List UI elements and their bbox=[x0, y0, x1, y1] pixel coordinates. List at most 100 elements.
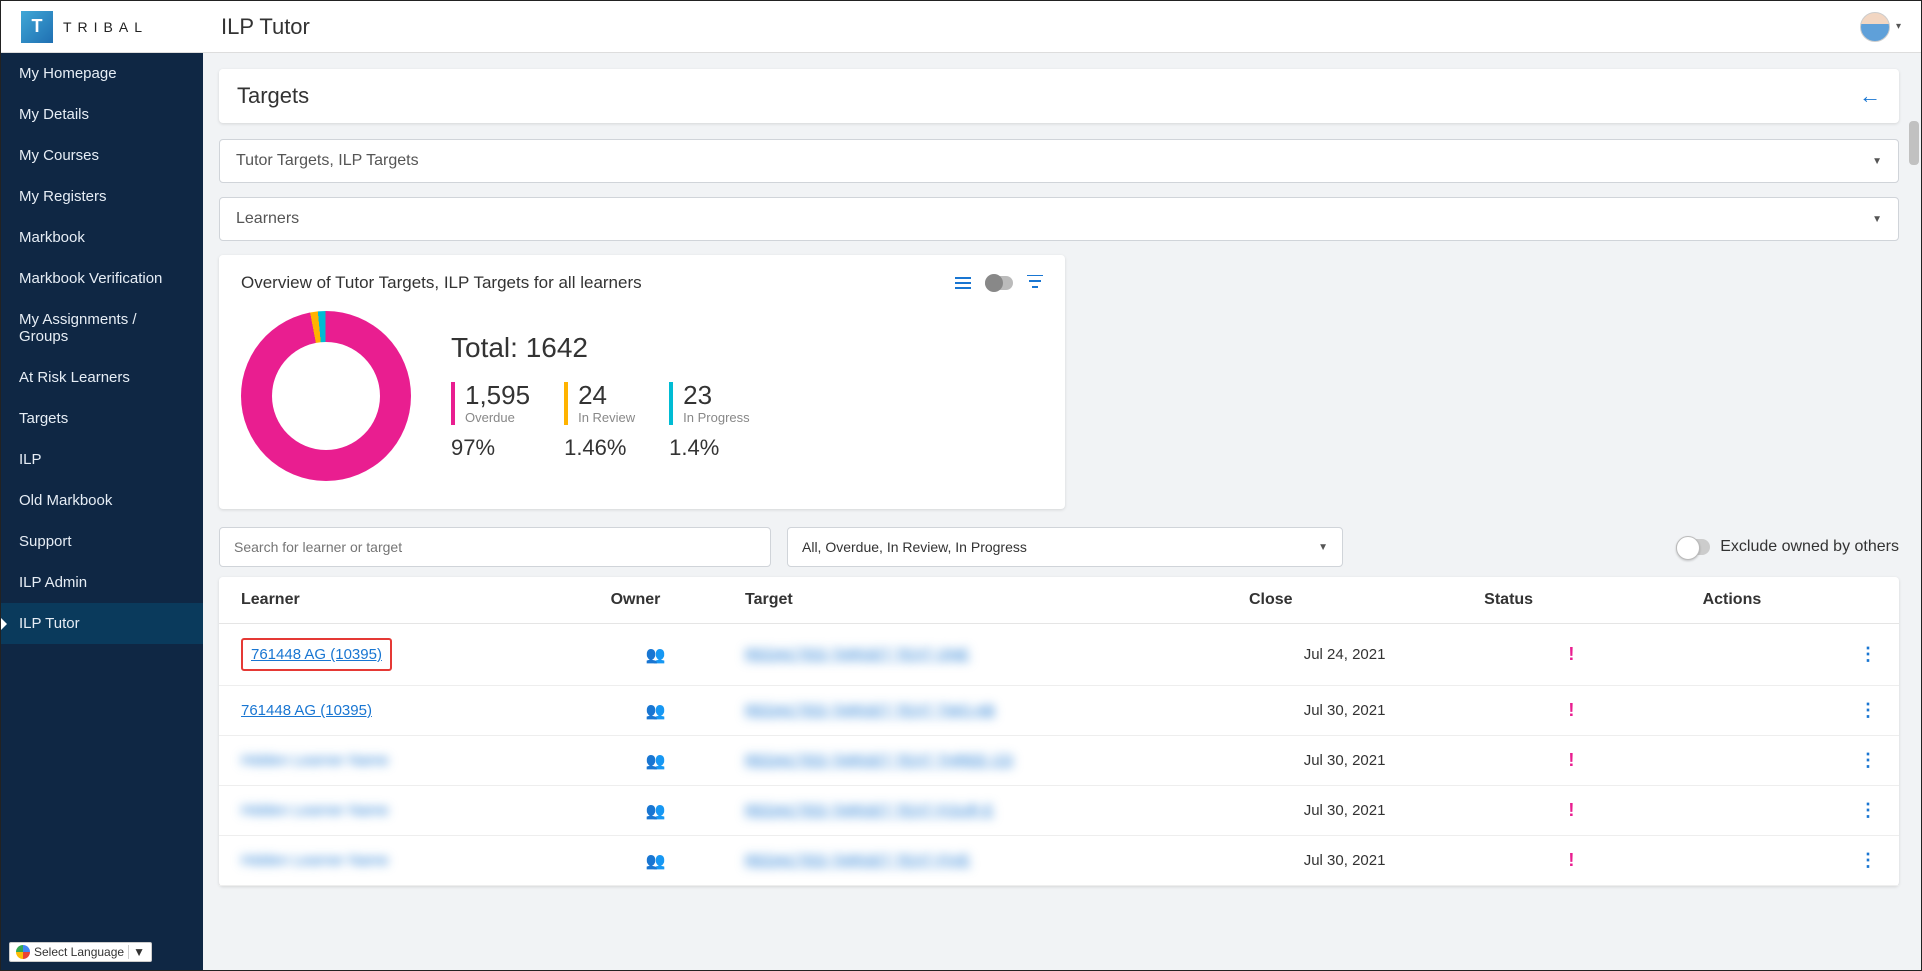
learner-link[interactable]: 761448 AG (10395) bbox=[251, 646, 382, 663]
sidebar-item-targets[interactable]: Targets bbox=[1, 398, 203, 439]
sidebar-item-my-assignments-groups[interactable]: My Assignments / Groups bbox=[1, 299, 203, 357]
page-header: Targets ← bbox=[219, 69, 1899, 123]
more-actions-icon[interactable]: ⋮ bbox=[1859, 700, 1877, 720]
sidebar-item-ilp-admin[interactable]: ILP Admin bbox=[1, 562, 203, 603]
overview-title: Overview of Tutor Targets, ILP Targets f… bbox=[241, 273, 642, 293]
table-row: 761448 AG (10395) 👥 REDACTED TARGET TEXT… bbox=[219, 624, 1899, 686]
more-actions-icon[interactable]: ⋮ bbox=[1859, 800, 1877, 820]
close-date: Jul 24, 2021 bbox=[1227, 624, 1462, 686]
table-header-row: Learner Owner Target Close Status Action… bbox=[219, 577, 1899, 624]
target-text[interactable]: REDACTED TARGET TEXT THREE CD bbox=[745, 752, 1013, 769]
table-row: Hidden Learner Name 👥 REDACTED TARGET TE… bbox=[219, 836, 1899, 886]
target-text[interactable]: REDACTED TARGET TEXT FOUR E bbox=[745, 802, 994, 819]
col-status[interactable]: Status bbox=[1462, 577, 1680, 624]
stat-in-progress: 23 In Progress bbox=[669, 382, 749, 425]
table-row: Hidden Learner Name 👥 REDACTED TARGET TE… bbox=[219, 736, 1899, 786]
group-icon: 👥 bbox=[646, 853, 666, 870]
language-selector[interactable]: Select Language ▼ bbox=[9, 942, 152, 962]
alert-icon: ! bbox=[1568, 850, 1574, 870]
page-title: Targets bbox=[237, 83, 309, 109]
table-row: 761448 AG (10395) 👥 REDACTED TARGET TEXT… bbox=[219, 686, 1899, 736]
learners-dropdown[interactable]: Learners ▼ bbox=[219, 197, 1899, 241]
close-date: Jul 30, 2021 bbox=[1227, 786, 1462, 836]
status-filter-value: All, Overdue, In Review, In Progress bbox=[802, 539, 1027, 555]
close-date: Jul 30, 2021 bbox=[1227, 836, 1462, 886]
sidebar-item-old-markbook[interactable]: Old Markbook bbox=[1, 480, 203, 521]
more-actions-icon[interactable]: ⋮ bbox=[1859, 644, 1877, 664]
sidebar-item-my-homepage[interactable]: My Homepage bbox=[1, 53, 203, 94]
filter-icon[interactable] bbox=[1027, 275, 1043, 292]
exclude-owned-label: Exclude owned by others bbox=[1720, 538, 1899, 556]
brand-logo[interactable]: T TRIBAL bbox=[21, 11, 201, 43]
close-date: Jul 30, 2021 bbox=[1227, 736, 1462, 786]
alert-icon: ! bbox=[1568, 700, 1574, 720]
more-actions-icon[interactable]: ⋮ bbox=[1859, 850, 1877, 870]
sidebar-item-support[interactable]: Support bbox=[1, 521, 203, 562]
target-text[interactable]: REDACTED TARGET TEXT ONE bbox=[745, 646, 970, 663]
chevron-down-icon: ▼ bbox=[1872, 156, 1882, 167]
learner-link[interactable]: 761448 AG (10395) bbox=[241, 702, 372, 719]
col-close[interactable]: Close bbox=[1227, 577, 1462, 624]
col-learner[interactable]: Learner bbox=[219, 577, 589, 624]
scrollbar[interactable] bbox=[1909, 121, 1919, 165]
sidebar-item-ilp-tutor[interactable]: ILP Tutor bbox=[1, 603, 203, 644]
table-row: Hidden Learner Name 👥 REDACTED TARGET TE… bbox=[219, 786, 1899, 836]
alert-icon: ! bbox=[1568, 644, 1574, 664]
sidebar-item-ilp[interactable]: ILP bbox=[1, 439, 203, 480]
module-title: ILP Tutor bbox=[221, 14, 310, 40]
brand-logo-mark: T bbox=[21, 11, 53, 43]
stat-overdue-pct: 97% bbox=[451, 435, 530, 461]
target-types-value: Tutor Targets, ILP Targets bbox=[236, 152, 419, 170]
close-date: Jul 30, 2021 bbox=[1227, 686, 1462, 736]
overview-toggle[interactable] bbox=[985, 276, 1013, 290]
filter-controls: All, Overdue, In Review, In Progress ▼ E… bbox=[219, 527, 1899, 567]
donut-chart bbox=[241, 311, 411, 481]
learner-link[interactable]: Hidden Learner Name bbox=[241, 852, 389, 869]
alert-icon: ! bbox=[1568, 750, 1574, 770]
alert-icon: ! bbox=[1568, 800, 1574, 820]
learner-link[interactable]: Hidden Learner Name bbox=[241, 752, 389, 769]
sidebar-item-my-registers[interactable]: My Registers bbox=[1, 176, 203, 217]
stat-in-review: 24 In Review bbox=[564, 382, 635, 425]
targets-table: Learner Owner Target Close Status Action… bbox=[219, 577, 1899, 886]
back-arrow-icon[interactable]: ← bbox=[1859, 83, 1881, 109]
total-count: Total: 1642 bbox=[451, 332, 750, 364]
target-text[interactable]: REDACTED TARGET TEXT FIVE bbox=[745, 852, 970, 869]
group-icon: 👥 bbox=[646, 703, 666, 720]
user-avatar[interactable] bbox=[1860, 12, 1890, 42]
overview-card: Overview of Tutor Targets, ILP Targets f… bbox=[219, 255, 1065, 509]
sidebar-item-markbook[interactable]: Markbook bbox=[1, 217, 203, 258]
search-input[interactable] bbox=[219, 527, 771, 567]
exclude-owned-toggle[interactable] bbox=[1676, 539, 1710, 555]
target-text[interactable]: REDACTED TARGET TEXT TWO AB bbox=[745, 702, 995, 719]
learners-value: Learners bbox=[236, 210, 299, 228]
sidebar: My Homepage My Details My Courses My Reg… bbox=[1, 53, 203, 970]
chevron-down-icon[interactable]: ▾ bbox=[1896, 21, 1901, 32]
chevron-down-icon: ▼ bbox=[1872, 214, 1882, 225]
sidebar-item-markbook-verification[interactable]: Markbook Verification bbox=[1, 258, 203, 299]
top-bar: T TRIBAL ILP Tutor ▾ bbox=[1, 1, 1921, 53]
sidebar-item-my-details[interactable]: My Details bbox=[1, 94, 203, 135]
status-filter-dropdown[interactable]: All, Overdue, In Review, In Progress ▼ bbox=[787, 527, 1343, 567]
brand-logo-text: TRIBAL bbox=[63, 19, 148, 35]
language-selector-label: Select Language bbox=[34, 945, 124, 959]
more-actions-icon[interactable]: ⋮ bbox=[1859, 750, 1877, 770]
group-icon: 👥 bbox=[646, 753, 666, 770]
learner-link[interactable]: Hidden Learner Name bbox=[241, 802, 389, 819]
google-translate-icon bbox=[16, 945, 30, 959]
main-content: Targets ← Tutor Targets, ILP Targets ▼ L… bbox=[203, 53, 1921, 970]
stat-in-progress-pct: 1.4% bbox=[669, 435, 749, 461]
chevron-down-icon: ▼ bbox=[1318, 542, 1328, 553]
stat-in-review-pct: 1.46% bbox=[564, 435, 635, 461]
group-icon: 👥 bbox=[646, 803, 666, 820]
stat-overdue: 1,595 Overdue bbox=[451, 382, 530, 425]
sidebar-item-at-risk-learners[interactable]: At Risk Learners bbox=[1, 357, 203, 398]
group-icon: 👥 bbox=[646, 647, 666, 664]
col-actions[interactable]: Actions bbox=[1681, 577, 1899, 624]
col-target[interactable]: Target bbox=[723, 577, 1227, 624]
list-view-icon[interactable] bbox=[955, 277, 971, 289]
target-types-dropdown[interactable]: Tutor Targets, ILP Targets ▼ bbox=[219, 139, 1899, 183]
col-owner[interactable]: Owner bbox=[589, 577, 723, 624]
chevron-down-icon: ▼ bbox=[128, 945, 145, 959]
sidebar-item-my-courses[interactable]: My Courses bbox=[1, 135, 203, 176]
